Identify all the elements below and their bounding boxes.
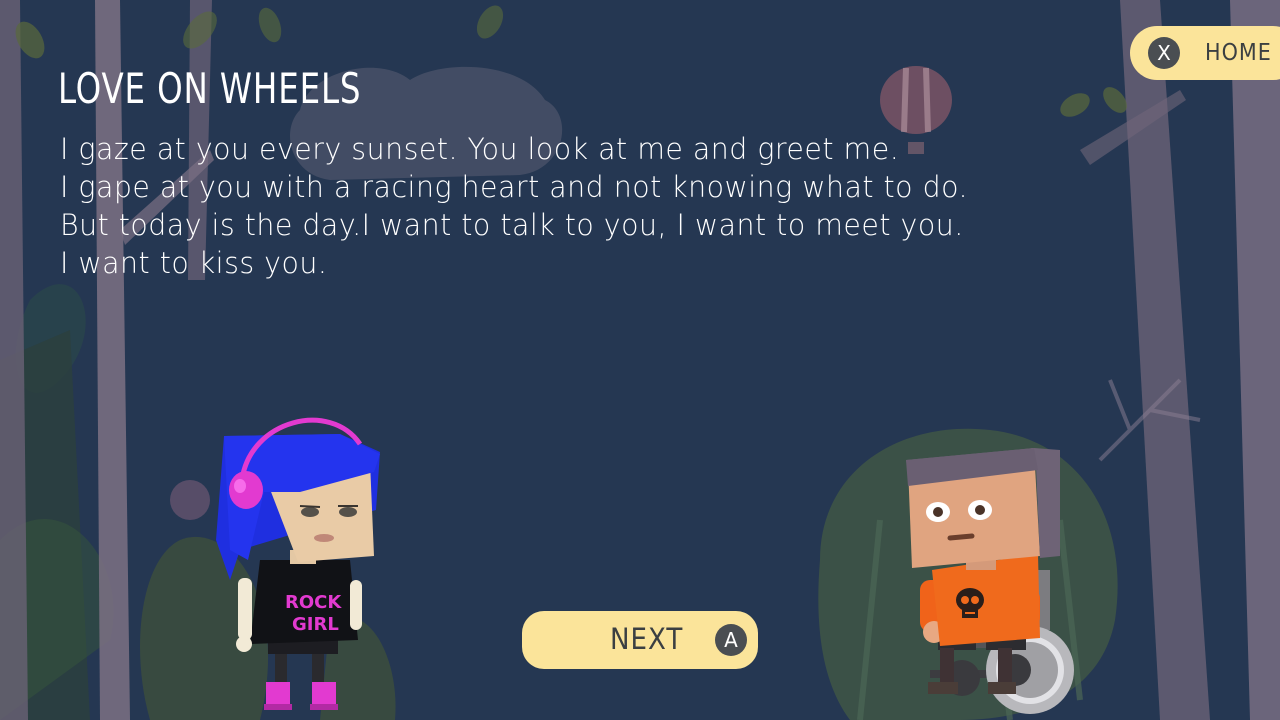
next-button[interactable]: NEXT A	[522, 611, 758, 669]
story-text: I gaze at you every sunset. You look at …	[60, 130, 968, 282]
shirt-text-rock: ROCK	[285, 592, 342, 613]
a-key-icon: A	[715, 624, 747, 656]
story-line: I gape at you with a racing heart and no…	[60, 170, 969, 204]
home-button[interactable]: X HOME	[1130, 26, 1280, 80]
story-line: I gaze at you every sunset. You look at …	[60, 132, 900, 166]
story-line: But today is the day.I want to talk to y…	[60, 208, 964, 242]
rock-girl-character: ROCK GIRL	[216, 417, 380, 710]
story-line: I want to kiss you.	[60, 246, 328, 280]
home-button-label: HOME	[1205, 40, 1272, 66]
shirt-text-girl: GIRL	[292, 614, 339, 635]
story-title: LOVE ON WHEELS	[58, 64, 362, 113]
wheelchair-boy-character	[906, 448, 1074, 714]
x-key-icon: X	[1148, 37, 1180, 69]
game-scene: LOVE ON WHEELS I gaze at you every sunse…	[0, 0, 1280, 720]
next-button-label: NEXT	[610, 622, 684, 656]
